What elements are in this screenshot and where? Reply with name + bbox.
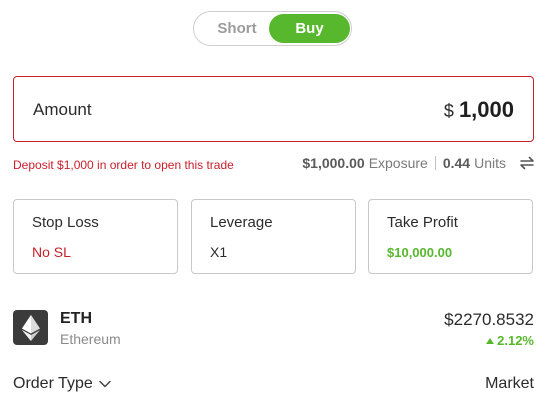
chevron-down-icon	[99, 380, 111, 388]
leverage-value: X1	[210, 244, 228, 260]
exposure-info: $1,000.00 Exposure 0.44 Units	[302, 155, 536, 171]
deposit-notice: Deposit $1,000 in order to open this tra…	[13, 158, 234, 172]
stop-loss-value: No SL	[32, 244, 71, 260]
amount-number[interactable]: 1,000	[459, 97, 514, 123]
order-type-value: Market	[485, 375, 534, 392]
asset-name: Ethereum	[60, 331, 121, 347]
short-option[interactable]: Short	[197, 14, 277, 43]
order-type-label: Order Type	[13, 375, 93, 392]
asset-symbol: ETH	[60, 310, 92, 327]
price-change: 2.12%	[486, 333, 534, 348]
ethereum-logo-icon	[13, 310, 48, 345]
take-profit-value: $10,000.00	[387, 245, 453, 260]
currency-symbol: $	[443, 101, 454, 121]
stop-loss-box[interactable]: Stop Loss No SL	[13, 199, 178, 274]
stop-loss-title: Stop Loss	[32, 214, 99, 231]
trade-panel: Short Buy Amount $ 1,000 Deposit $1,000 …	[0, 0, 549, 410]
amount-label: Amount	[33, 100, 92, 119]
leverage-title: Leverage	[210, 214, 273, 231]
exposure-value: $1,000.00	[302, 155, 365, 171]
take-profit-title: Take Profit	[387, 214, 458, 231]
leverage-box[interactable]: Leverage X1	[191, 199, 356, 274]
up-arrow-icon	[486, 337, 495, 344]
units-value: 0.44	[442, 155, 471, 171]
amount-field[interactable]: Amount $ 1,000	[13, 76, 534, 142]
exposure-label: Exposure	[368, 155, 428, 171]
buy-option[interactable]: Buy	[269, 14, 350, 43]
take-profit-box[interactable]: Take Profit $10,000.00	[368, 199, 533, 274]
price-change-value: 2.12%	[497, 333, 534, 348]
order-type-dropdown[interactable]: Order Type	[13, 375, 111, 393]
asset-price: $2270.8532	[444, 310, 534, 329]
swap-arrows-icon[interactable]	[518, 155, 536, 171]
direction-toggle[interactable]: Short Buy	[193, 11, 352, 46]
units-label: Units	[474, 155, 506, 171]
amount-value[interactable]: $ 1,000	[444, 97, 514, 123]
divider	[434, 156, 436, 170]
